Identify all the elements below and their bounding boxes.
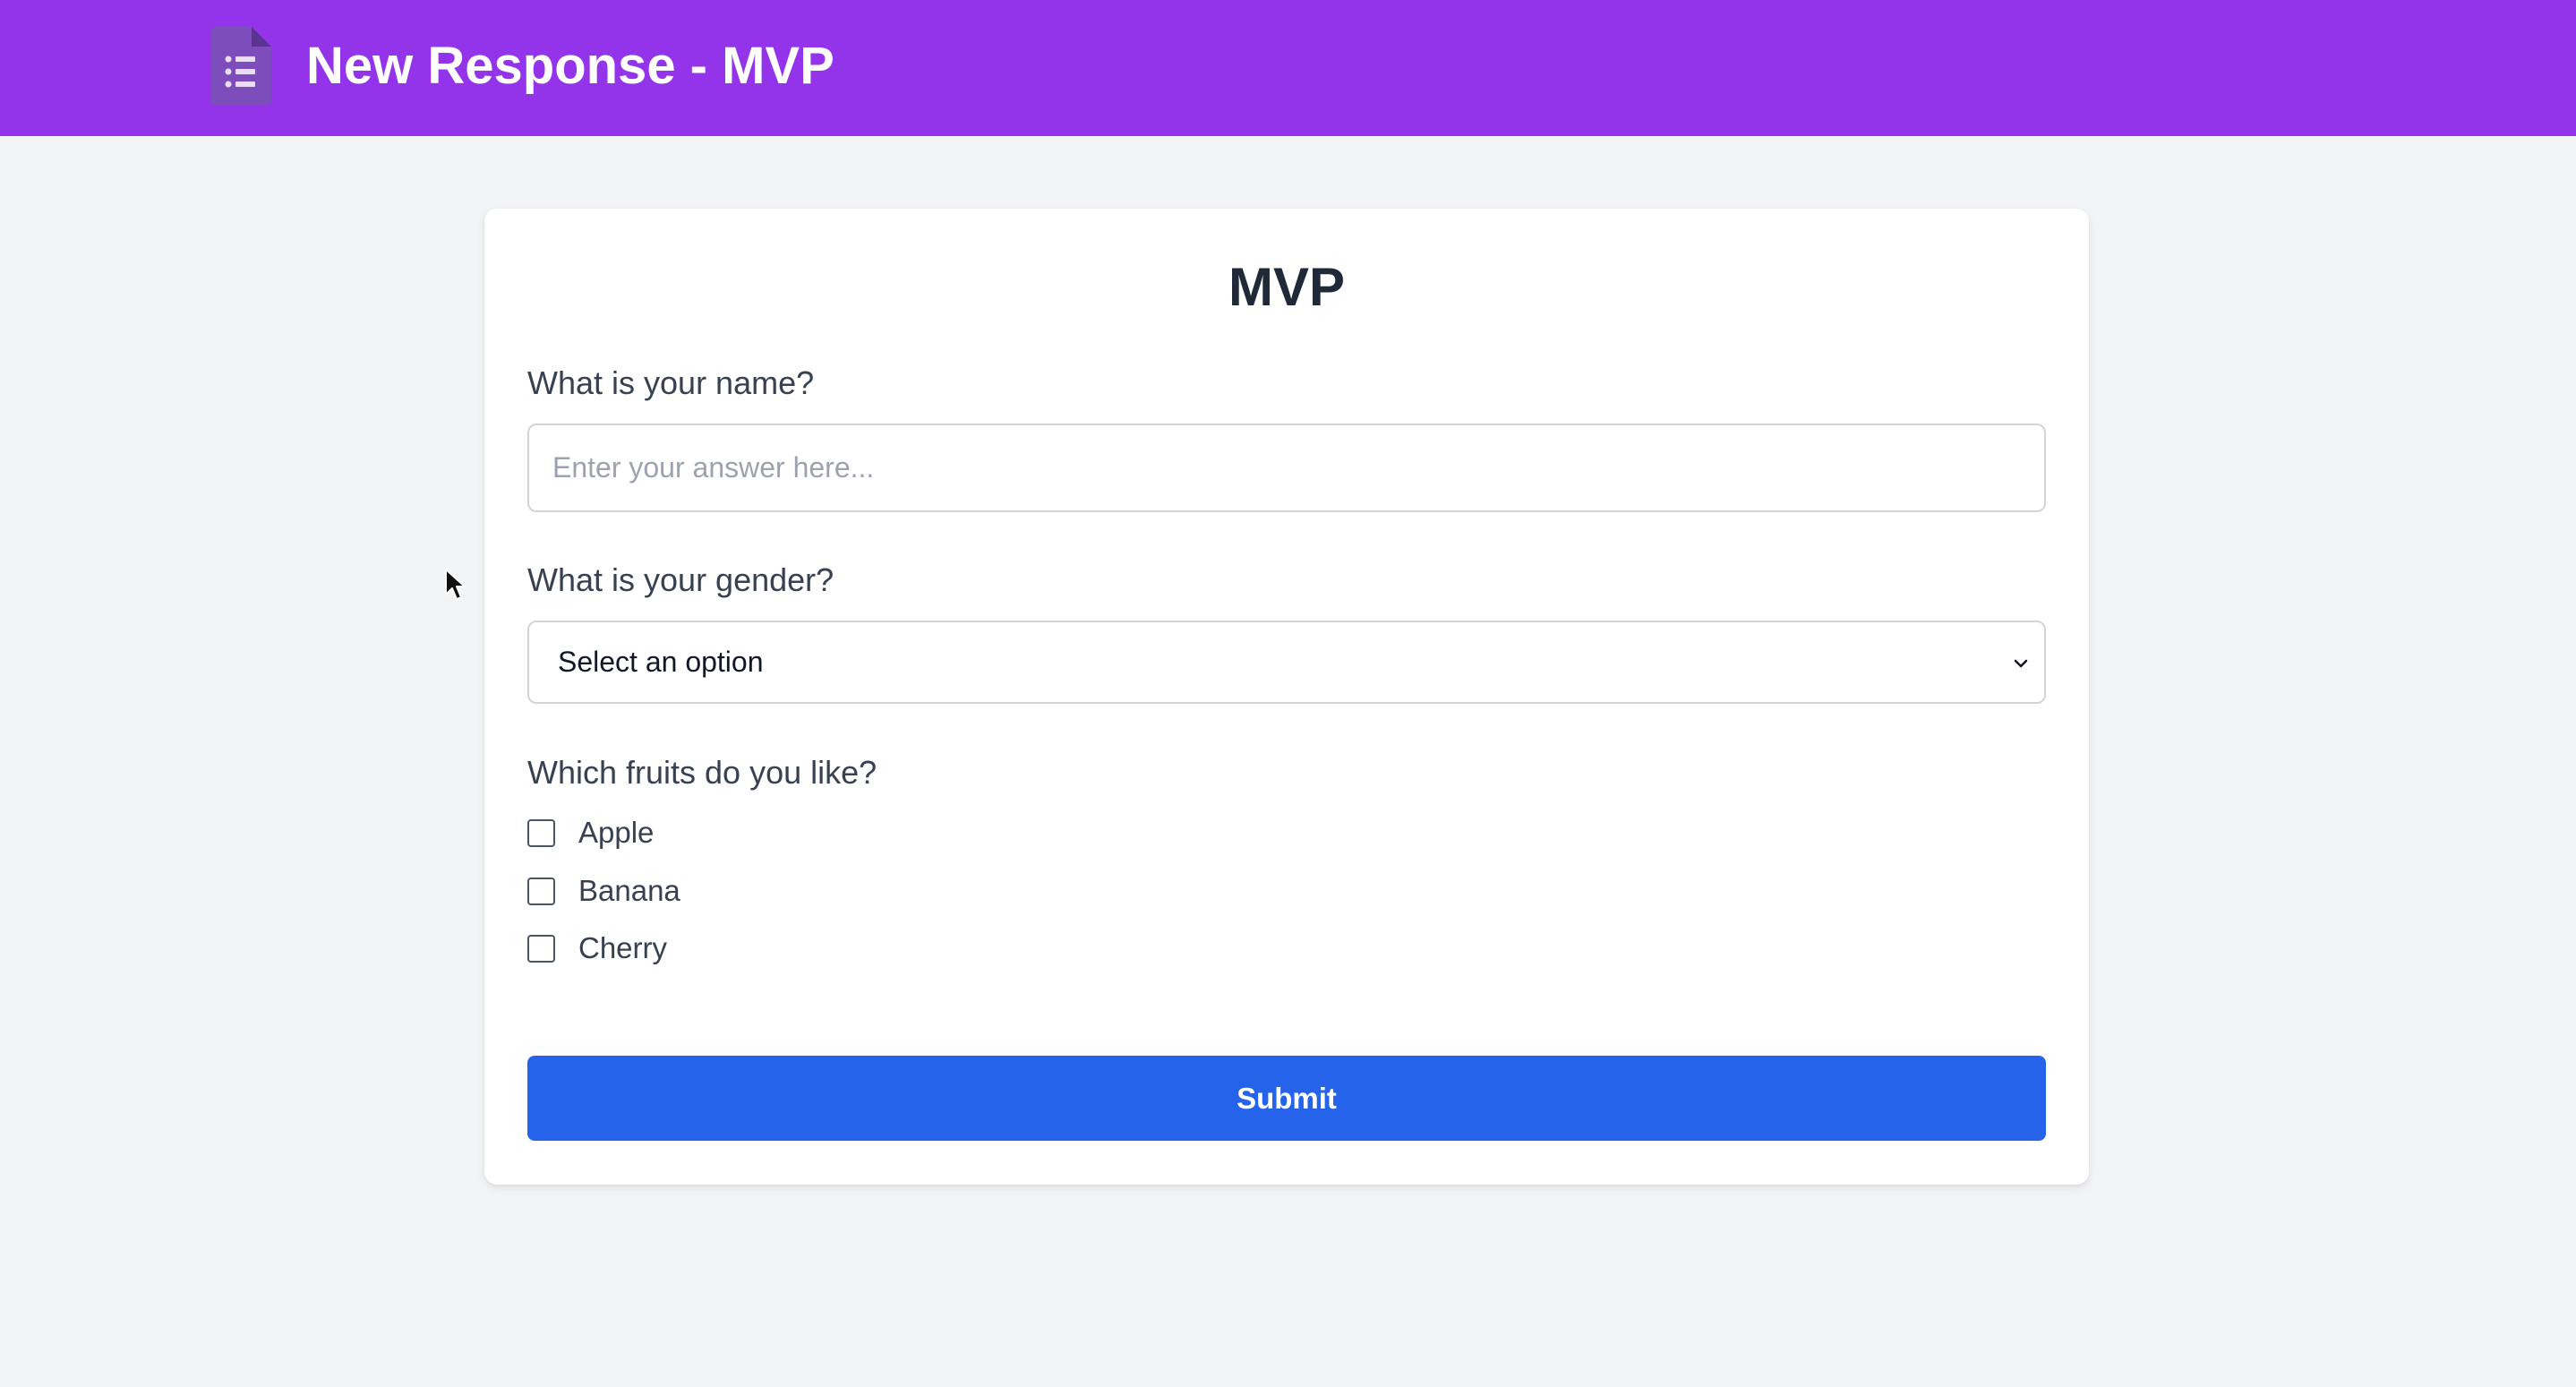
banana-checkbox[interactable] <box>527 877 555 905</box>
question-label-name: What is your name? <box>527 364 815 401</box>
cherry-checkbox[interactable] <box>527 934 555 963</box>
mouse-cursor-icon <box>445 569 466 600</box>
submit-button[interactable]: Submit <box>527 1056 2046 1141</box>
gender-select[interactable]: Select an option <box>527 621 2046 704</box>
apple-label[interactable]: Apple <box>578 816 654 850</box>
apple-checkbox[interactable] <box>527 818 555 847</box>
app-title: New Response - MVP <box>306 37 834 95</box>
banana-label[interactable]: Banana <box>578 874 680 908</box>
name-input[interactable] <box>527 424 2046 512</box>
app-header: New Response - MVP <box>0 0 2576 136</box>
cherry-label[interactable]: Cherry <box>578 931 667 965</box>
form-card: MVP What is your name? What is your gend… <box>484 209 2089 1185</box>
question-label-fruits: Which fruits do you like? <box>527 754 877 791</box>
question-label-gender: What is your gender? <box>527 561 834 598</box>
forms-list-icon <box>210 27 271 106</box>
gender-select-value: Select an option <box>558 646 764 678</box>
chevron-down-icon <box>2014 659 2028 668</box>
form-title: MVP <box>1228 257 1346 317</box>
fruit-option-apple[interactable]: Apple <box>527 815 654 851</box>
fruit-option-banana[interactable]: Banana <box>527 873 680 909</box>
fruit-option-cherry[interactable]: Cherry <box>527 930 667 966</box>
